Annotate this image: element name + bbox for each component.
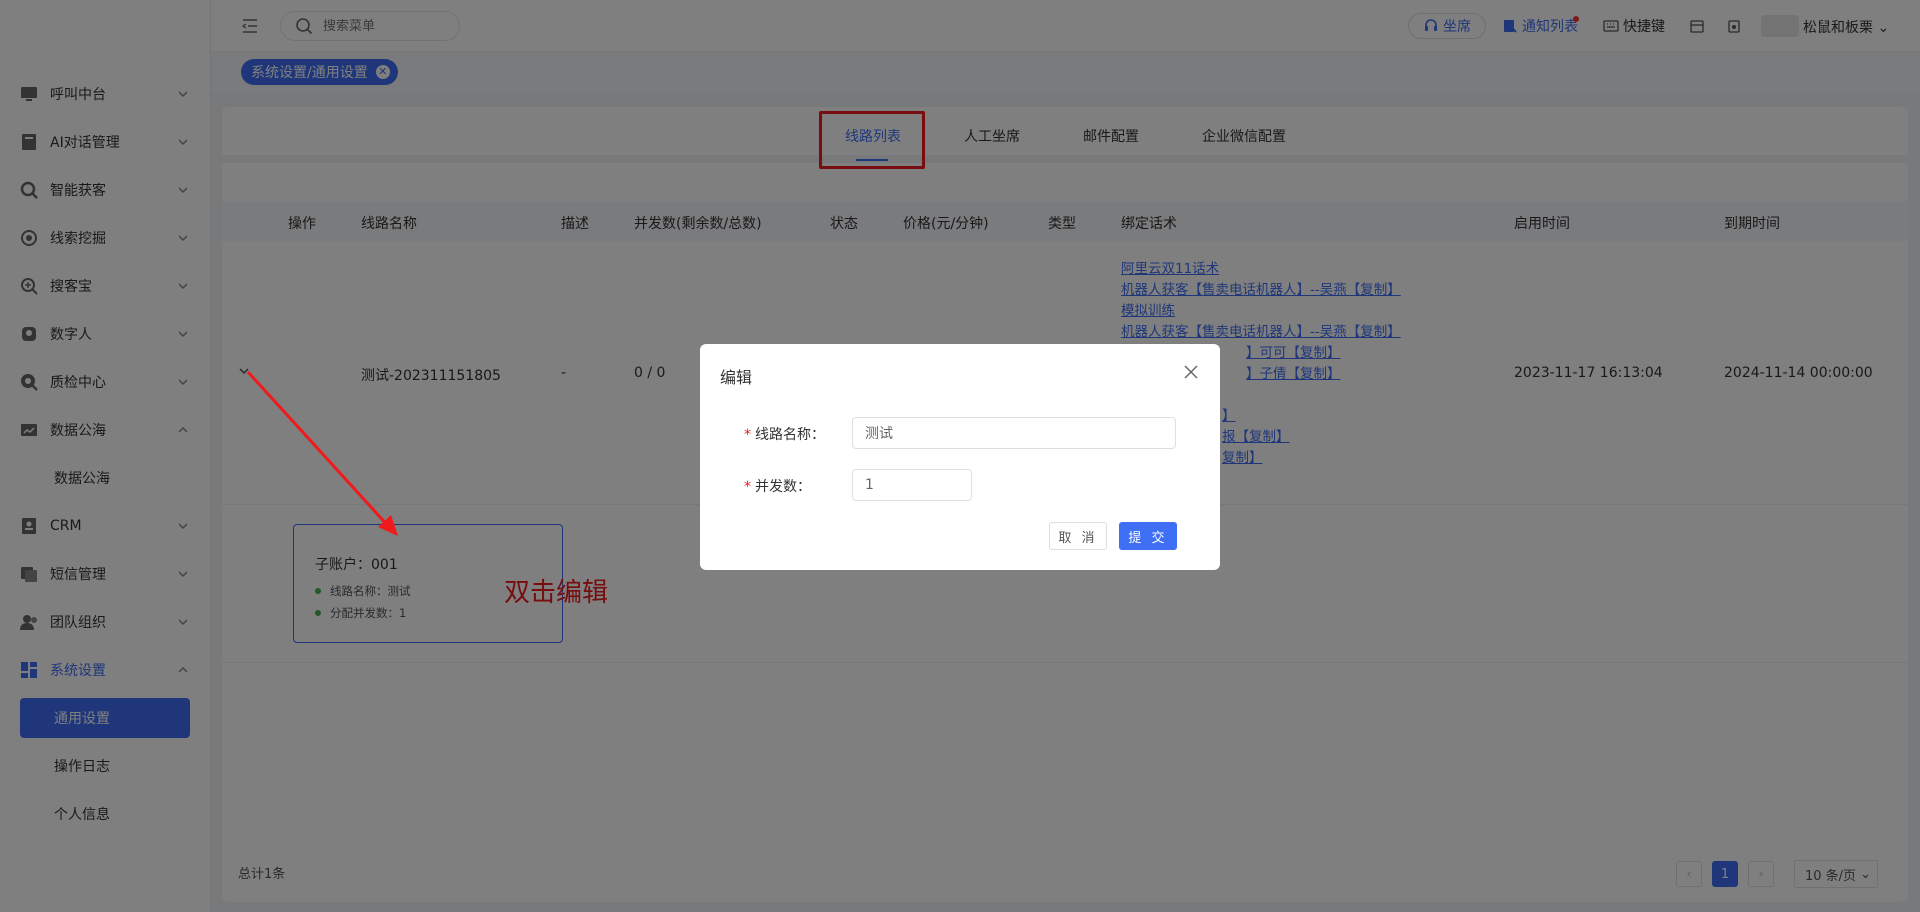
concurrency-input[interactable] xyxy=(852,469,972,501)
submit-button[interactable]: 提 交 xyxy=(1119,522,1177,550)
line-name-label: * 线路名称： xyxy=(744,427,825,443)
edit-dialog: 编辑 *线路名称： *并发数： 取 消 提 交 xyxy=(700,344,1220,570)
line-name-input[interactable] xyxy=(852,417,1176,449)
concurrency-label: * 并发数： xyxy=(744,479,811,495)
close-icon[interactable] xyxy=(1183,364,1199,380)
cancel-button[interactable]: 取 消 xyxy=(1049,522,1107,550)
dialog-title: 编辑 xyxy=(720,368,753,387)
